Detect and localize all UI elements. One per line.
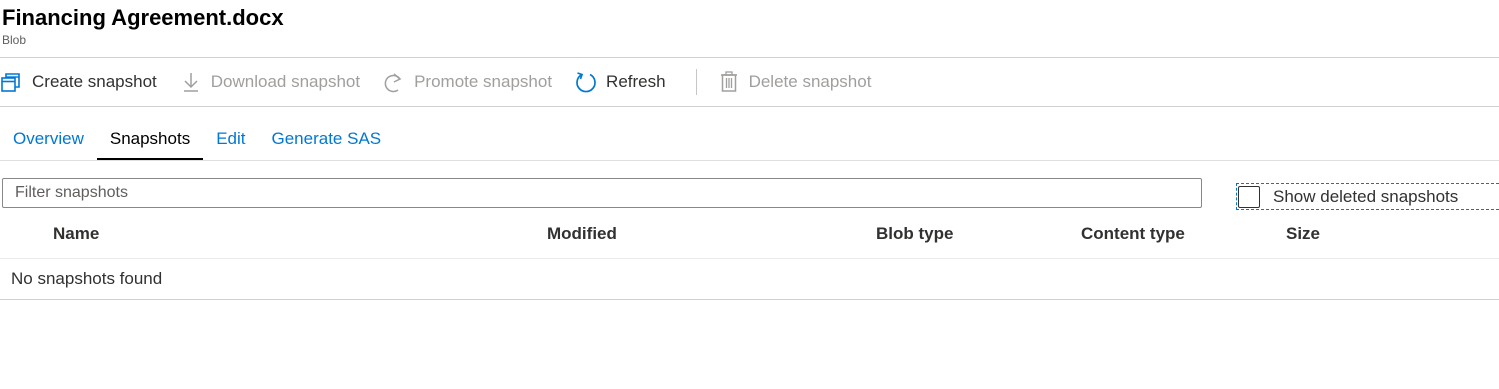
tab-generate-sas[interactable]: Generate SAS	[259, 118, 395, 160]
delete-snapshot-label: Delete snapshot	[748, 72, 872, 91]
delete-snapshot-button[interactable]: Delete snapshot	[717, 66, 882, 98]
copy-stack-icon	[0, 70, 24, 94]
tab-bar: Overview Snapshots Edit Generate SAS	[0, 118, 394, 160]
tab-snapshots[interactable]: Snapshots	[96, 118, 204, 160]
download-icon	[179, 70, 203, 94]
create-snapshot-button[interactable]: Create snapshot	[0, 66, 167, 98]
tab-divider	[0, 160, 1499, 161]
promote-snapshot-label: Promote snapshot	[414, 72, 553, 91]
page-title: Financing Agreement.docx	[2, 5, 284, 30]
column-header-blob-type[interactable]: Blob type	[876, 218, 953, 250]
empty-state-row: No snapshots found	[0, 259, 1499, 300]
table-header: Name Modified Blob type Content type Siz…	[0, 218, 1499, 259]
create-snapshot-label: Create snapshot	[32, 72, 157, 91]
blade-header: Financing Agreement.docx Blob	[2, 4, 284, 47]
promote-snapshot-button[interactable]: Promote snapshot	[382, 66, 562, 98]
empty-state-message: No snapshots found	[11, 269, 163, 288]
header-divider	[0, 57, 1499, 58]
tab-overview[interactable]: Overview	[0, 118, 97, 160]
command-bar: Create snapshot Download snapshot Promot…	[0, 66, 893, 98]
show-deleted-checkbox[interactable]	[1238, 185, 1260, 208]
filter-snapshots-input[interactable]	[2, 178, 1202, 208]
column-header-name[interactable]: Name	[53, 218, 99, 250]
trash-icon	[717, 70, 741, 94]
page-subtitle: Blob	[2, 33, 27, 47]
toolbar-separator	[695, 69, 697, 95]
blob-snapshots-page: Financing Agreement.docx Blob Create sna…	[0, 0, 1499, 389]
refresh-button[interactable]: Refresh	[574, 66, 676, 98]
column-header-modified[interactable]: Modified	[547, 218, 617, 250]
column-header-size[interactable]: Size	[1286, 218, 1320, 250]
show-deleted-snapshots-toggle[interactable]: Show deleted snapshots	[1236, 183, 1499, 210]
refresh-label: Refresh	[606, 72, 666, 91]
show-deleted-label: Show deleted snapshots	[1273, 186, 1459, 206]
redo-icon	[382, 70, 406, 94]
toolbar-divider	[0, 106, 1499, 107]
column-header-content-type[interactable]: Content type	[1081, 218, 1185, 250]
download-snapshot-button[interactable]: Download snapshot	[179, 66, 370, 98]
download-snapshot-label: Download snapshot	[210, 72, 361, 91]
tab-edit[interactable]: Edit	[203, 118, 258, 160]
refresh-icon	[574, 70, 598, 94]
